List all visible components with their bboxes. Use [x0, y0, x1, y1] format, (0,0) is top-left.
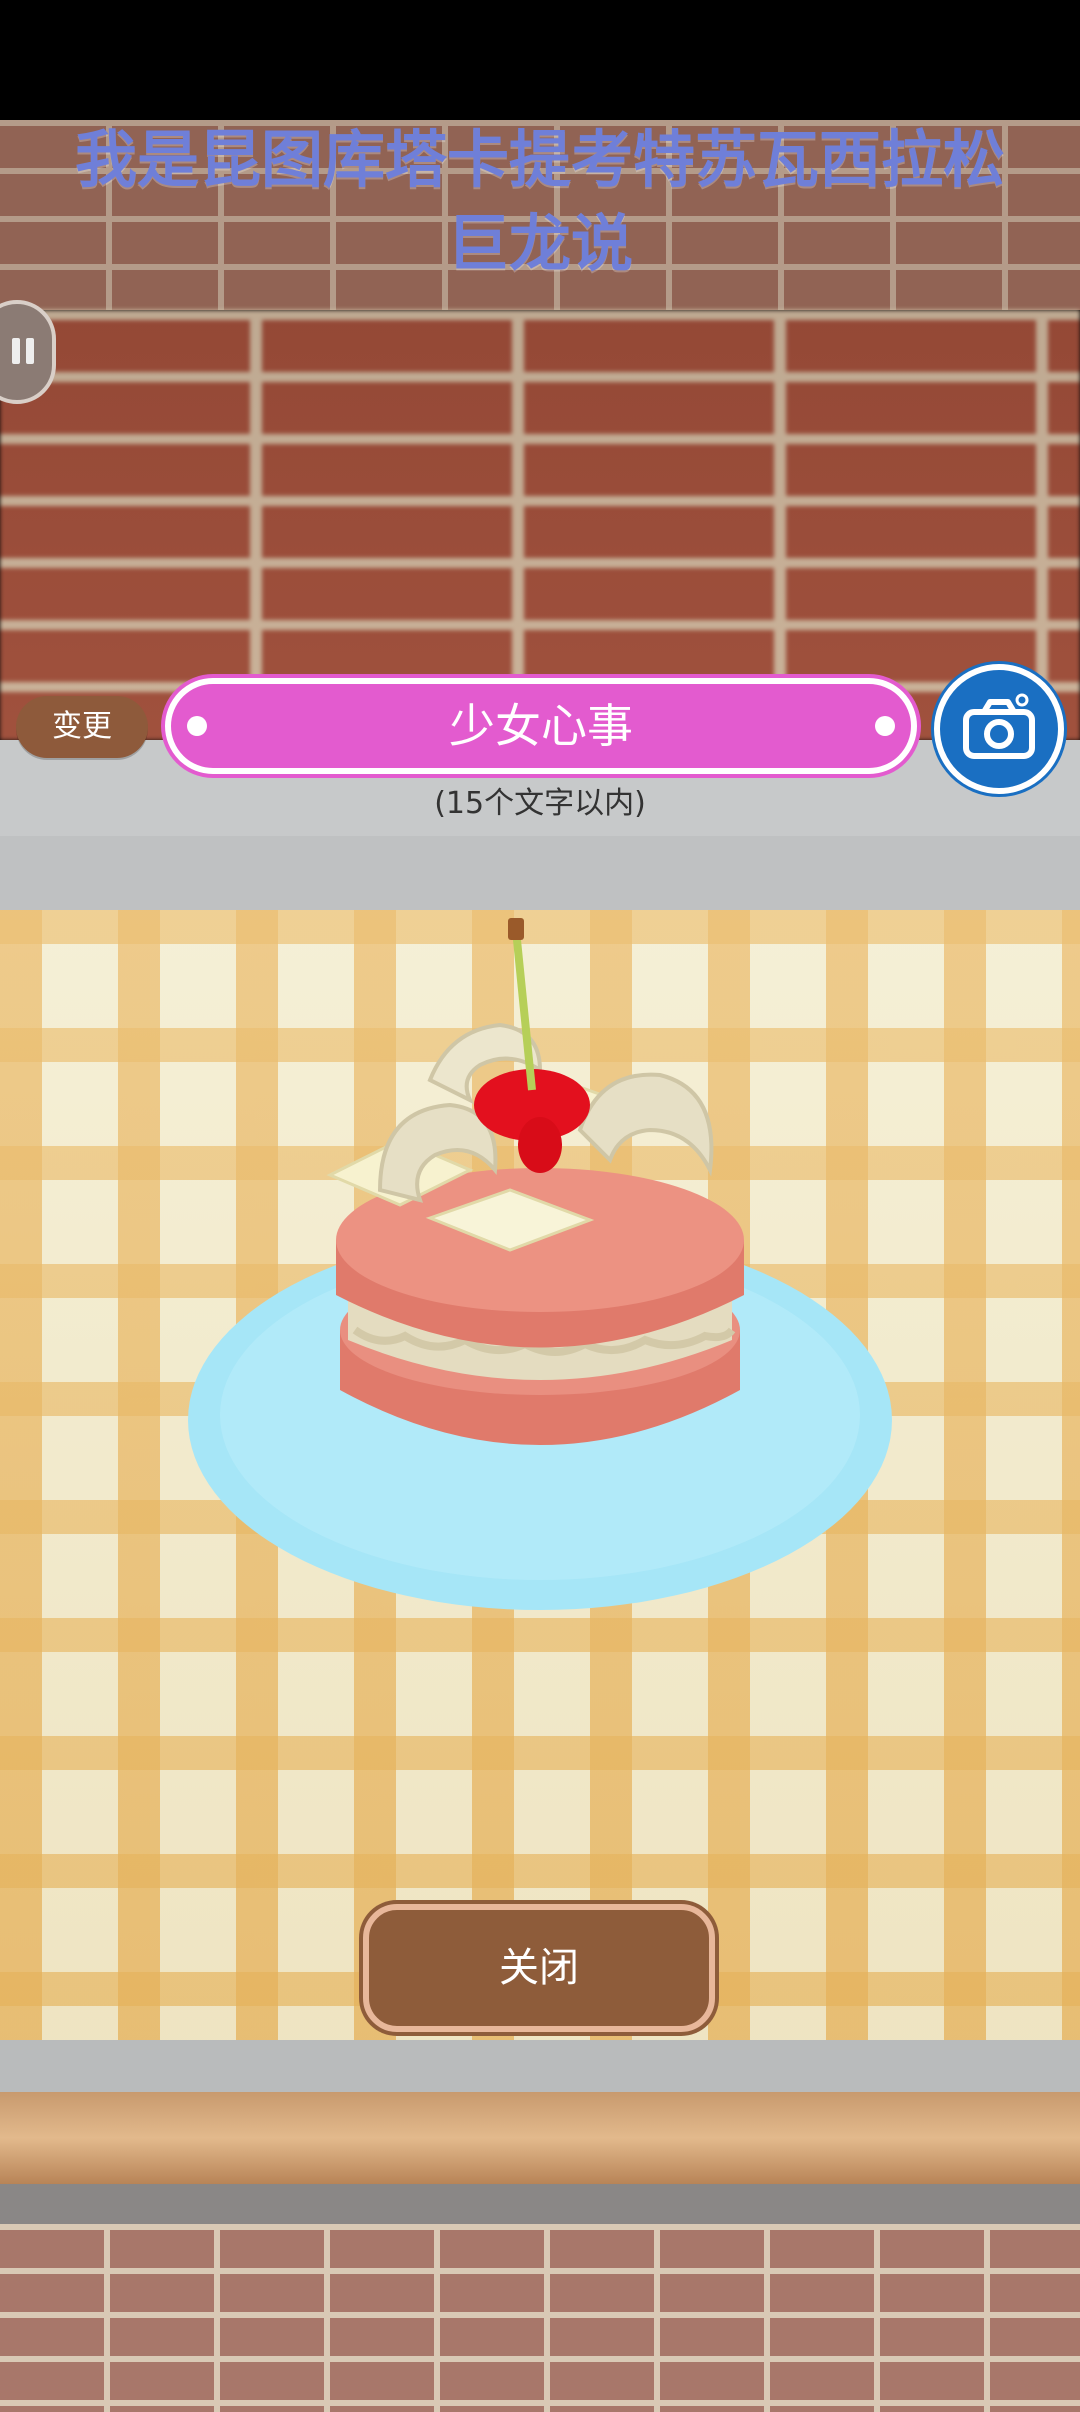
counter-edge [0, 2040, 1080, 2092]
camera-button[interactable] [934, 664, 1064, 794]
cake-name-value: 少女心事 [449, 699, 633, 753]
cherry-stem [512, 929, 536, 1091]
name-bar-dot-left [187, 716, 207, 736]
stem-tip [508, 918, 524, 940]
pause-icon [12, 338, 20, 364]
dialogue-title: 我是昆图库塔卡提考特苏瓦西拉松 巨龙说 [74, 123, 1005, 280]
status-bar [0, 0, 1080, 120]
cake-name-field[interactable]: 少女心事 [165, 678, 917, 774]
cream-swirl-right [577, 1072, 714, 1177]
brick-wall-overlay [0, 310, 1080, 740]
pause-button[interactable] [0, 300, 56, 404]
pause-icon-bar [26, 338, 34, 364]
cherry-drip [518, 1117, 562, 1173]
name-bar-dot-right [875, 716, 895, 736]
stone-strip [0, 2184, 1080, 2224]
wood-shelf [0, 2092, 1080, 2184]
cake-model [188, 918, 892, 1610]
close-button[interactable]: 关闭 [363, 1904, 715, 2032]
brick-wall-bottom [0, 2224, 1080, 2412]
character-limit-hint: (15个文字以内) [434, 786, 646, 821]
camera-icon [963, 693, 1035, 759]
change-button[interactable]: 变更 [16, 696, 148, 758]
